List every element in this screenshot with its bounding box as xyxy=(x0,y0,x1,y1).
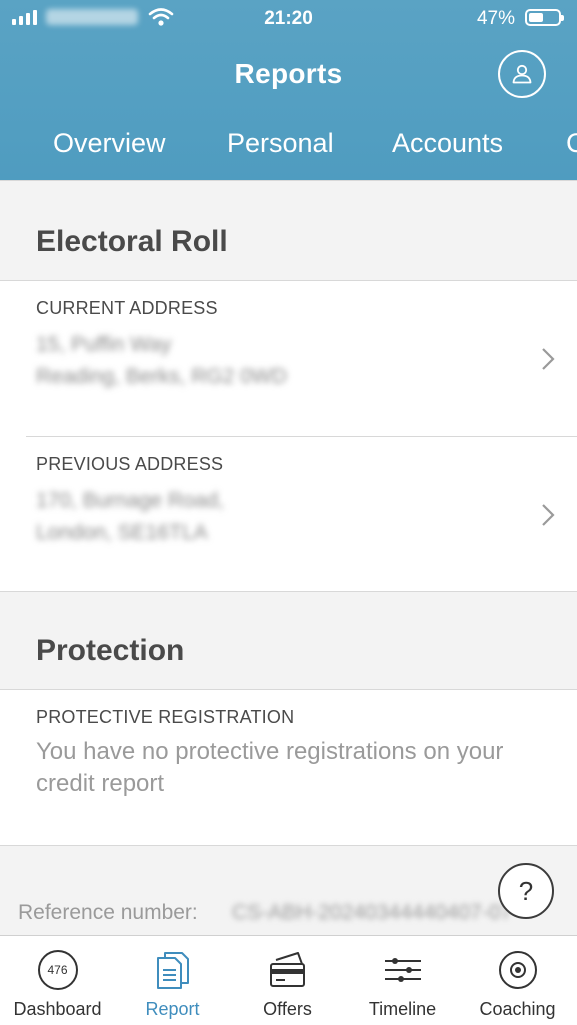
profile-button[interactable] xyxy=(498,50,546,98)
current-address-row[interactable]: CURRENT ADDRESS 15, Puffin Way Reading, … xyxy=(0,281,577,436)
cards-icon xyxy=(269,952,305,987)
tab-personal[interactable]: Personal xyxy=(227,128,334,159)
electoral-roll-header: Electoral Roll xyxy=(0,180,577,281)
electoral-roll-card: CURRENT ADDRESS 15, Puffin Way Reading, … xyxy=(0,280,577,592)
battery-percentage: 47% xyxy=(476,8,515,29)
current-address-line1: 15, Puffin Way xyxy=(36,333,172,356)
previous-address-line2: London, SE16TLA xyxy=(36,521,208,544)
nav-label: Offers xyxy=(263,999,312,1019)
help-button[interactable]: ? xyxy=(498,863,554,919)
previous-address-label: PREVIOUS ADDRESS xyxy=(36,454,224,474)
protection-header: Protection xyxy=(0,591,577,690)
bottom-nav: 476 Dashboard Report Offers Timeline Coa… xyxy=(0,935,577,1025)
protective-registration-text: You have no protective registrations on … xyxy=(36,738,504,797)
current-address-line2: Reading, Berks, RG2 0WD xyxy=(36,365,287,388)
section-title: Protection xyxy=(36,634,185,667)
section-title: Electoral Roll xyxy=(36,225,228,258)
reference-area: Reference number: CS-ABH-20240344440407-… xyxy=(0,845,577,936)
status-bar: 21:20 47% xyxy=(0,0,577,40)
nav-label: Dashboard xyxy=(13,999,102,1019)
current-address-label: CURRENT ADDRESS xyxy=(36,298,218,318)
protective-registration-label: PROTECTIVE REGISTRATION xyxy=(36,707,295,727)
nav-report[interactable]: Report xyxy=(115,936,230,1025)
score-ring-icon: 476 xyxy=(0,948,115,992)
credit-score: 476 xyxy=(37,950,78,990)
nav-label: Timeline xyxy=(368,999,437,1019)
chevron-right-icon xyxy=(542,504,555,526)
report-tabs: Overview Personal Accounts C xyxy=(0,122,577,172)
reference-value: CS-ABH-20240344440407-07 xyxy=(232,901,513,924)
user-icon xyxy=(512,64,532,84)
protection-card: PROTECTIVE REGISTRATION You have no prot… xyxy=(0,689,577,846)
target-icon xyxy=(498,951,537,989)
nav-label: Coaching xyxy=(479,999,556,1019)
battery-icon xyxy=(525,9,564,26)
nav-offers[interactable]: Offers xyxy=(230,936,345,1025)
tab-overview[interactable]: Overview xyxy=(53,128,166,159)
page-title: Reports xyxy=(234,58,343,89)
tab-accounts[interactable]: Accounts xyxy=(392,128,503,159)
previous-address-line1: 170, Burnage Road, xyxy=(36,489,224,512)
previous-address-row[interactable]: PREVIOUS ADDRESS 170, Burnage Road, Lond… xyxy=(0,437,577,592)
reference-label: Reference number: xyxy=(18,901,198,924)
nav-label: Report xyxy=(145,999,200,1019)
nav-coaching[interactable]: Coaching xyxy=(460,936,575,1025)
tab-next-partial[interactable]: C xyxy=(566,128,577,159)
chevron-right-icon xyxy=(542,348,555,370)
report-icon xyxy=(156,952,189,989)
app-header: 21:20 47% Reports Overview Personal Acco… xyxy=(0,0,577,180)
nav-timeline[interactable]: Timeline xyxy=(345,936,460,1025)
timeline-icon xyxy=(384,958,421,982)
nav-dashboard[interactable]: 476 Dashboard xyxy=(0,936,115,1025)
